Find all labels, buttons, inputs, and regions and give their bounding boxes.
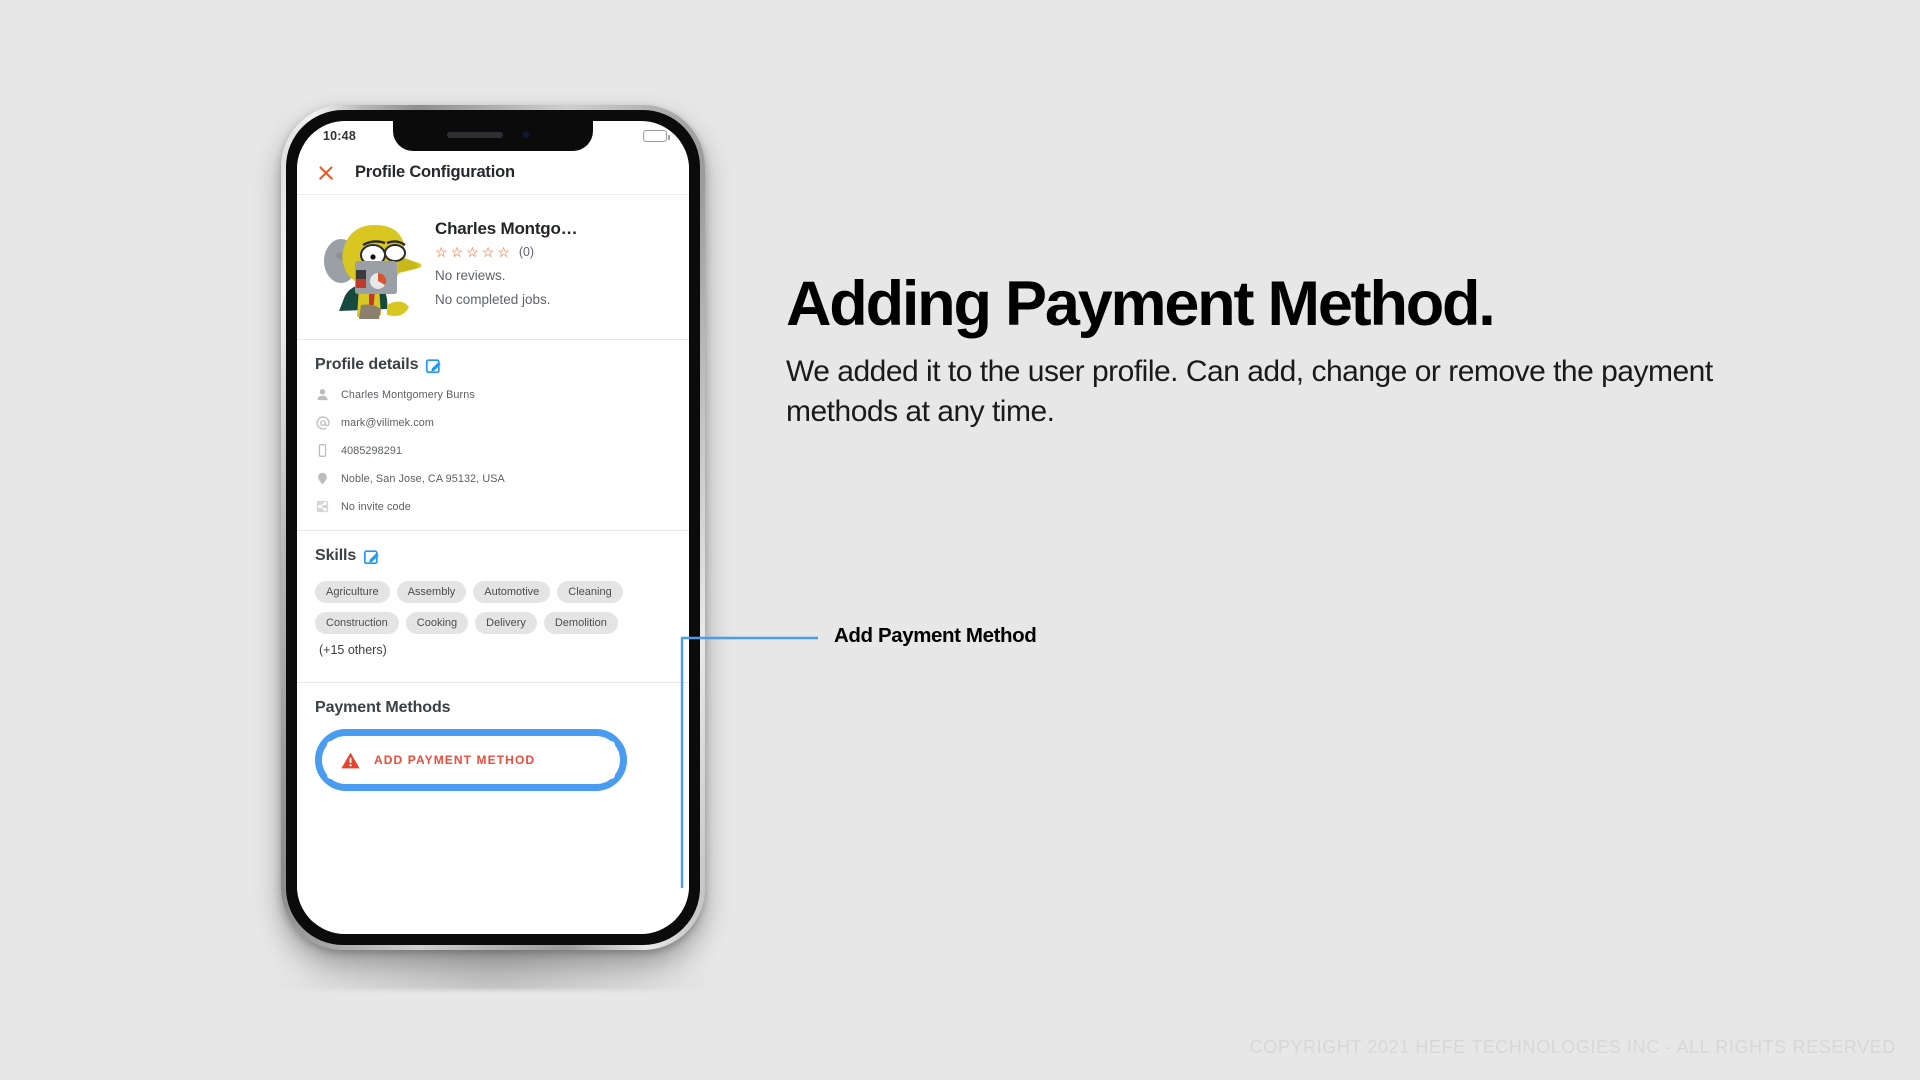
detail-text: No invite code [341, 500, 411, 513]
at-email-icon [315, 415, 330, 430]
page-headline: Adding Payment Method. [786, 269, 1496, 339]
skill-chip[interactable]: Assembly [396, 581, 467, 603]
rating-count: (0) [518, 245, 535, 259]
star-icon[interactable]: ☆ [466, 245, 479, 259]
skill-chip[interactable]: Construction [315, 612, 399, 634]
detail-row-name: Charles Montgomery Burns [315, 387, 671, 402]
profile-header: Charles Montgo… ☆ ☆ ☆ ☆ ☆ (0) No reviews… [297, 195, 689, 340]
skill-chip[interactable]: Delivery [475, 612, 537, 634]
profile-meta: Charles Montgo… ☆ ☆ ☆ ☆ ☆ (0) No reviews… [421, 209, 578, 307]
avatar[interactable] [313, 209, 422, 321]
camera-icon [355, 261, 397, 294]
section-title: Payment Methods [315, 699, 451, 716]
profile-details-section: Profile details Charles Montgomery Burns… [297, 340, 689, 531]
profile-name: Charles Montgo… [435, 219, 578, 238]
person-icon [315, 387, 330, 402]
skills-more-label[interactable]: (+15 others) [319, 643, 387, 657]
earpiece-speaker-icon [447, 132, 503, 138]
close-icon[interactable] [313, 160, 339, 186]
location-pin-icon [315, 471, 330, 486]
app-bar: Profile Configuration [297, 151, 689, 195]
front-camera-icon [521, 130, 531, 140]
profile-details-header: Profile details [315, 356, 671, 374]
detail-text: mark@vilimek.com [341, 416, 434, 429]
callout-label: Add Payment Method [834, 624, 1037, 647]
skill-chip[interactable]: Demolition [543, 612, 618, 634]
detail-row-invite-code: No invite code [315, 499, 671, 514]
section-title: Profile details [315, 356, 419, 373]
phone-notch [393, 121, 593, 151]
add-payment-method-button[interactable]: ADD PAYMENT METHOD [327, 741, 615, 779]
edit-icon[interactable] [364, 549, 379, 564]
detail-row-address: Noble, San Jose, CA 95132, USA [315, 471, 671, 486]
skill-chips: Agriculture Assembly Automotive Cleaning… [315, 581, 671, 666]
star-icon[interactable]: ☆ [482, 245, 495, 259]
detail-row-email: mark@vilimek.com [315, 415, 671, 430]
page-title: Profile Configuration [355, 163, 515, 181]
completed-jobs-text: No completed jobs. [435, 292, 551, 307]
detail-text: 4085298291 [341, 444, 403, 457]
detail-text: Noble, San Jose, CA 95132, USA [341, 472, 505, 485]
footer-copyright: COPYRIGHT 2021 HEFE TECHNOLOGIES INC - A… [1249, 1037, 1896, 1057]
star-icon[interactable]: ☆ [435, 245, 448, 259]
battery-icon [643, 130, 670, 142]
skill-chip[interactable]: Agriculture [315, 581, 390, 603]
skill-chip[interactable]: Automotive [473, 581, 551, 603]
reviews-text: No reviews. [435, 268, 506, 283]
phone-icon [315, 443, 330, 458]
edit-icon[interactable] [426, 358, 442, 373]
page-subhead: We added it to the user profile. Can add… [786, 355, 1713, 428]
star-icon[interactable]: ☆ [497, 245, 510, 259]
star-icon[interactable]: ☆ [451, 245, 464, 259]
add-payment-highlight-wrap: ADD PAYMENT METHOD [315, 729, 671, 791]
detail-row-phone: 4085298291 [315, 443, 671, 458]
add-payment-method-label: ADD PAYMENT METHOD [374, 753, 536, 767]
section-title: Skills [315, 547, 357, 564]
status-bar-time: 10:48 [323, 129, 356, 143]
warning-triangle-icon [341, 752, 360, 769]
share-icon [315, 499, 330, 514]
detail-text: Charles Montgomery Burns [341, 388, 475, 401]
callout-connector-line [680, 636, 818, 888]
skill-chip[interactable]: Cooking [405, 612, 469, 634]
skill-chip[interactable]: Cleaning [557, 581, 623, 603]
skills-header: Skills [315, 547, 671, 565]
rating-row: ☆ ☆ ☆ ☆ ☆ (0) [435, 245, 577, 259]
